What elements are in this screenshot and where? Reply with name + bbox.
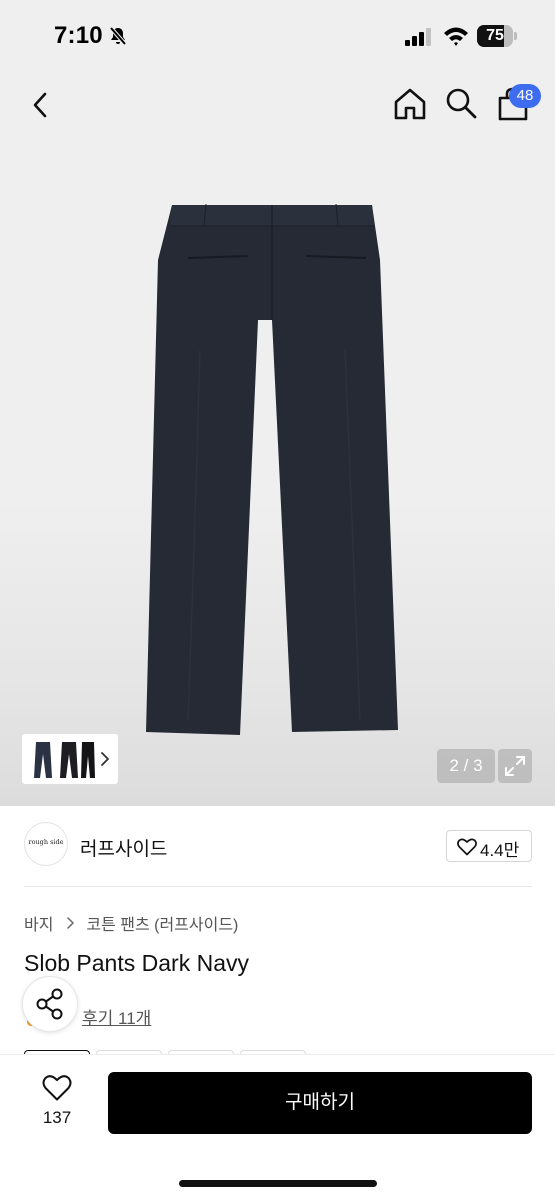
battery-indicator: 75	[477, 25, 517, 47]
divider	[24, 886, 532, 887]
heart-outline-icon	[457, 838, 477, 856]
shop-logo-text: rough side	[28, 838, 64, 846]
product-photo-pants	[146, 203, 398, 735]
buy-button[interactable]: 구매하기	[108, 1072, 532, 1134]
status-bar: 7:10 75	[0, 0, 555, 74]
wifi-icon	[444, 27, 468, 46]
product-title: Slob Pants Dark Navy	[24, 950, 249, 976]
status-time: 7:10	[54, 22, 103, 49]
heart-outline-icon	[42, 1075, 72, 1101]
share-icon	[36, 988, 63, 1020]
home-icon[interactable]	[392, 86, 428, 122]
battery-percent: 75	[486, 27, 504, 44]
chevron-right-icon[interactable]	[98, 751, 112, 767]
follow-shop-button[interactable]: 4.4만	[446, 830, 532, 862]
shop-name[interactable]: 러프사이드	[80, 834, 167, 861]
search-icon[interactable]	[444, 86, 478, 120]
thumbnail-strip[interactable]	[22, 734, 118, 784]
signal-icon	[405, 28, 431, 46]
breadcrumb-subcategory[interactable]: 코튼 팬츠 (러프사이드)	[86, 911, 238, 935]
breadcrumb-category[interactable]: 바지	[24, 911, 53, 935]
gallery-page-indicator: 2 / 3	[437, 749, 495, 783]
follower-count: 4.4만	[480, 841, 520, 860]
expand-icon	[505, 756, 525, 776]
expand-gallery-button[interactable]	[498, 749, 532, 783]
back-icon[interactable]	[24, 88, 58, 122]
chevron-right-icon	[67, 917, 74, 929]
breadcrumb: 바지 코튼 팬츠 (러프사이드)	[24, 911, 238, 935]
cart-count-badge: 48	[509, 84, 541, 108]
thumbnail-images[interactable]	[26, 734, 96, 784]
like-button[interactable]: 137	[30, 1072, 84, 1134]
share-button[interactable]	[22, 976, 78, 1032]
review-link[interactable]: 후기 11개	[82, 1004, 151, 1029]
shop-logo[interactable]: rough side	[24, 822, 68, 866]
home-indicator	[179, 1180, 377, 1187]
bell-slash-icon	[109, 26, 127, 46]
like-count: 137	[42, 1108, 72, 1127]
